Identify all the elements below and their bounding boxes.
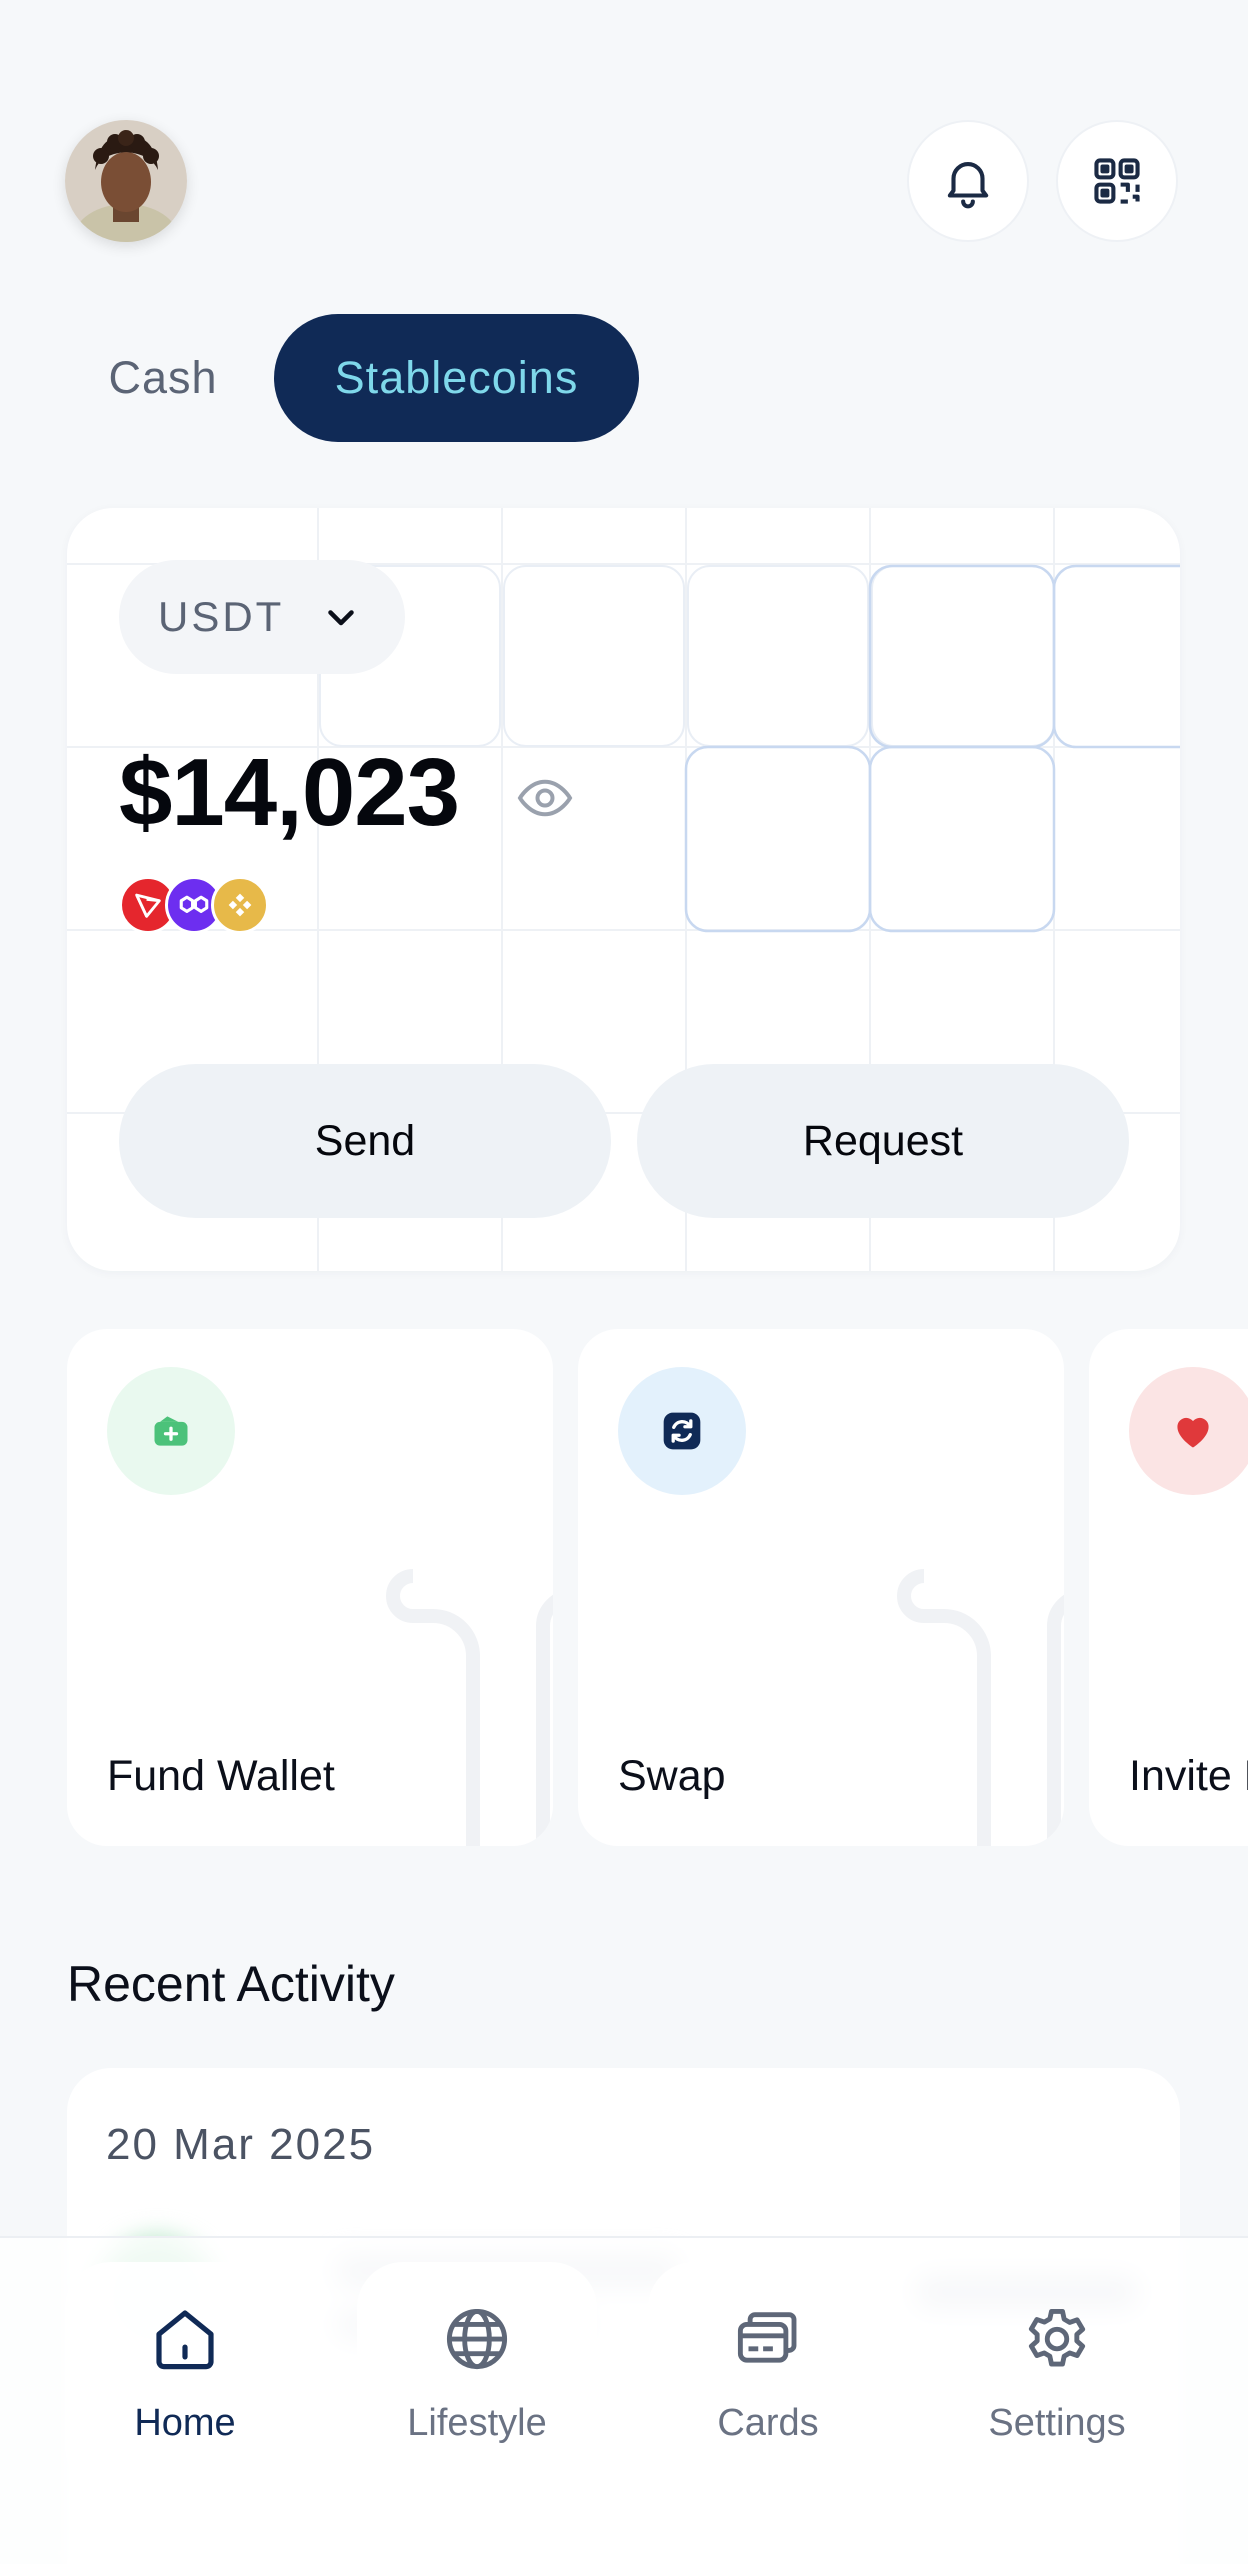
- fund-wallet-card[interactable]: Fund Wallet: [67, 1329, 553, 1846]
- fund-wallet-label: Fund Wallet: [107, 1752, 335, 1800]
- swap-icon-wrap: [618, 1367, 746, 1495]
- network-icons: [119, 876, 279, 936]
- nav-cards[interactable]: Cards: [648, 2262, 888, 2492]
- settings-icon: [1028, 2308, 1086, 2367]
- nav-lifestyle[interactable]: Lifestyle: [357, 2262, 597, 2492]
- qr-scan-button[interactable]: [1056, 120, 1178, 242]
- send-button[interactable]: Send: [119, 1064, 611, 1218]
- card-decoration: [386, 1569, 553, 1846]
- balance-amount: $14,023: [119, 739, 460, 846]
- recent-activity-title: Recent Activity: [67, 1956, 395, 2012]
- avatar[interactable]: [65, 120, 187, 242]
- wallet-plus-icon: [154, 1416, 188, 1446]
- qr-code-icon: [1094, 158, 1140, 204]
- swap-label: Swap: [618, 1752, 726, 1800]
- nav-lifestyle-label: Lifestyle: [407, 2402, 547, 2444]
- tab-stablecoins[interactable]: Stablecoins: [274, 314, 639, 442]
- bottom-nav: Home Lifestyle Cards Settings: [0, 2236, 1248, 2564]
- eye-icon[interactable]: [515, 768, 575, 828]
- fund-wallet-icon-wrap: [107, 1367, 235, 1495]
- currency-label: USDT: [158, 593, 285, 640]
- tab-cash[interactable]: Cash: [92, 314, 234, 442]
- nav-settings[interactable]: Settings: [937, 2262, 1177, 2492]
- balance-card: USDT $14,023 Send Request: [67, 508, 1180, 1271]
- card-decoration: [897, 1569, 1064, 1846]
- swap-card[interactable]: Swap: [578, 1329, 1064, 1846]
- request-button[interactable]: Request: [637, 1064, 1129, 1218]
- heart-icon: [1177, 1417, 1209, 1448]
- bell-icon: [947, 162, 989, 209]
- home-screen: Cash Stablecoins USDT $14,023 Send Reque…: [0, 0, 1248, 2564]
- nav-cards-label: Cards: [717, 2402, 819, 2444]
- chevron-down-icon: [328, 610, 354, 626]
- invite-label: Invite Friends: [1129, 1752, 1248, 1800]
- globe-icon: [446, 2308, 508, 2370]
- bnb-icon: [211, 876, 269, 934]
- notifications-button[interactable]: [907, 120, 1029, 242]
- invite-card[interactable]: Invite Friends: [1089, 1329, 1248, 1846]
- currency-dropdown[interactable]: USDT: [119, 560, 405, 674]
- nav-settings-label: Settings: [988, 2402, 1126, 2444]
- home-icon: [156, 2310, 214, 2370]
- cards-icon: [737, 2312, 797, 2363]
- nav-home[interactable]: Home: [65, 2262, 305, 2492]
- activity-date: 20 Mar 2025: [106, 2120, 376, 2169]
- nav-home-label: Home: [134, 2402, 236, 2444]
- invite-icon-wrap: [1129, 1367, 1248, 1495]
- swap-icon: [663, 1412, 701, 1450]
